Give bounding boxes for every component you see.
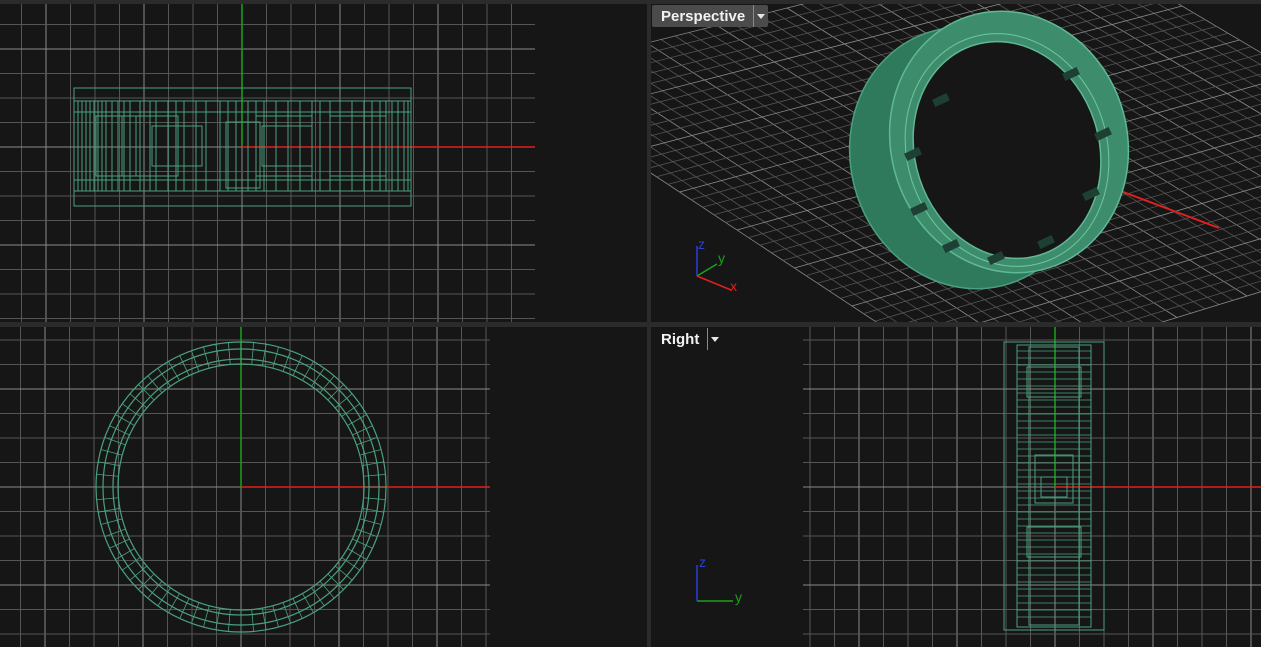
grid [0,4,535,322]
axis-label-y: y [735,589,742,605]
axis-gizmo-icon: xyz [696,236,737,294]
ring-perspective [848,10,1130,290]
viewport-top[interactable] [0,327,647,647]
viewport-title-perspective[interactable]: Perspective [652,5,769,27]
viewport-title-text: Right [661,330,700,348]
viewport-top-canvas[interactable] [0,327,647,647]
viewport-front-canvas[interactable] [0,4,647,322]
viewport-title-text: Perspective [661,7,746,25]
axis-gizmo-icon: yz [696,554,742,605]
viewport-front[interactable] [0,4,647,322]
ring-right-wireframe [1003,341,1105,631]
dropdown-arrow-icon[interactable] [753,5,768,27]
viewport-right-canvas[interactable]: yz [651,327,1261,647]
axis-label-y: y [718,250,725,266]
axis-label-x: x [730,278,737,294]
dropdown-arrow-icon[interactable] [707,328,722,350]
viewport-perspective-canvas[interactable]: xyz [651,4,1261,322]
viewport-title-right[interactable]: Right [652,328,722,350]
viewport-right[interactable]: yz Right [651,327,1261,647]
axis-label-z: z [699,554,706,570]
viewport-perspective[interactable]: xyz Perspective [651,4,1261,322]
axis-label-z: z [698,236,705,252]
